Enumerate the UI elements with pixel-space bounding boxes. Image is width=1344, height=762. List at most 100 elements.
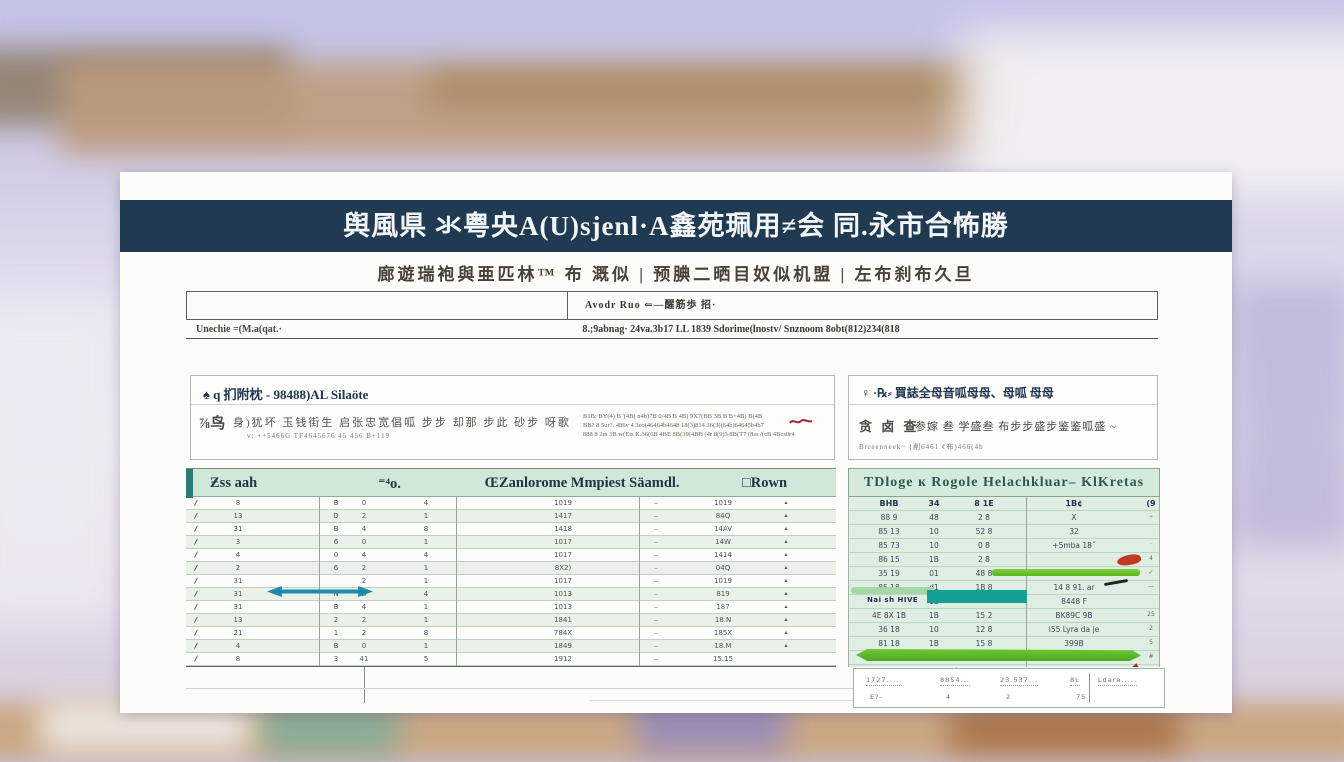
background-bottom-brown (950, 710, 1180, 752)
table-row: 85 131052 832 (849, 525, 1159, 539)
cell: ‒ (654, 551, 658, 559)
cell: 1 (424, 512, 428, 520)
table-row: ∕834151912‒15.15 (186, 653, 836, 666)
note-line: 888 8 2m 3B w(Eis K.36(6B 4BE 8B(39(4BB … (583, 430, 805, 439)
left-table-body: ∕8B041019‒1019▴∕13D211417‒84Q▴∕31B481418… (186, 497, 836, 667)
red-signature-icon (789, 414, 813, 432)
cell: 1912 (554, 655, 572, 663)
cell: 85 73 (878, 541, 899, 550)
cell: 1019 (714, 499, 732, 507)
cell: 4 (362, 603, 366, 611)
right-info-panel: ♀ ·℞⸗ 買誌全母音呱母母、母呱 母母 贪 卤 查 参嫁 叁 学盛叁 布步步盛… (848, 375, 1158, 460)
right-panel-note: 参嫁 叁 学盛叁 布步步盛步鉴鉴呱盛 ~ (915, 418, 1117, 434)
cell: 8 (236, 499, 240, 507)
table-row: ∕21128784X‒185X▴ (186, 627, 836, 640)
cell: BK89C 9B (1055, 611, 1092, 620)
table-row: ∕26218X2)‒04Q▴ (186, 562, 836, 575)
table-row: 86 151B2 84 (849, 553, 1159, 567)
cell: ∕ (195, 551, 198, 559)
footer-cell: 8Ŀ (1070, 676, 1080, 686)
cell: 8X2) (555, 564, 571, 572)
cell: 52 8 (976, 527, 993, 536)
cell: 18.M (714, 642, 731, 650)
cell: 2 (236, 564, 240, 572)
footer-cell: 4 (946, 693, 951, 702)
cell: 2 (1149, 625, 1153, 632)
cell: 8 1E (974, 499, 993, 508)
right-table: TDloge ĸ Rogole Helachkluar– KlKretas BH… (848, 468, 1160, 667)
cell: X (1071, 513, 1076, 522)
cell: +5mba 18˝ (1052, 541, 1095, 550)
green-progress-bar (992, 569, 1140, 576)
info-box: Avodr Ruo ⇐—醒筋歩 招· (186, 291, 1158, 320)
stamp-sub-text: v: ++5466G TF4645676 45 456 B+119 (247, 432, 390, 440)
table-row: ∕31211017‒1019▴ (186, 575, 836, 588)
cell: 5 (424, 655, 428, 663)
footer-cell: 23.537․․․ (1000, 676, 1038, 686)
cell: 10 (929, 541, 939, 550)
cell: 32 (1069, 527, 1079, 536)
cell: ▴ (784, 499, 787, 506)
cell: 14 8 91. ar (1053, 583, 1094, 592)
column-header: Ƶss aah (210, 475, 257, 492)
cell: ▴ (784, 512, 787, 519)
cell: ‒ (654, 564, 658, 572)
cell: ‒ (654, 629, 658, 637)
cell: ‒ (654, 538, 658, 546)
cell: 1B (929, 611, 939, 620)
cell: ∕ (195, 512, 198, 520)
table-row: 85 73 10 0 8 +5mba 18˝ · (849, 539, 1159, 553)
teal-bar-label: Nai sh HIVE (867, 596, 918, 604)
cell: 1 (424, 564, 428, 572)
cell: 1017 (554, 577, 572, 585)
cell: 86 15 (878, 555, 899, 564)
column-line (319, 497, 320, 666)
table-row: ∕13D211417‒84Q▴ (186, 510, 836, 523)
cell: 8 (424, 525, 428, 533)
cell: 85 13 (878, 527, 899, 536)
cell: ∕ (195, 538, 198, 546)
cell: 01 (929, 569, 939, 578)
footer-divider (1089, 673, 1090, 703)
left-info-panel: ♠ q 扪附枕 - 98488)AL Silaöte ⅞鸟 身)犹坏 玉钱街生 … (190, 375, 835, 460)
cell: # (1148, 653, 1153, 660)
cell: 8 (424, 629, 428, 637)
cell: ‒ (654, 499, 658, 507)
footer-cell: 8854․․․ (940, 676, 970, 686)
header-accent-bar (186, 469, 193, 498)
meta-row: Unechie =(M.a(qat.· 8.;9abnag· 24va.3b17… (186, 320, 1158, 339)
cell: ‒ (654, 525, 658, 533)
cell: 14AV (714, 525, 732, 533)
table-row: 4E 8X 1B1B15 2BK89C 9B25 (849, 609, 1159, 623)
cell: B (334, 499, 339, 507)
cell: (9 (1146, 499, 1155, 508)
cell: 0 8 (978, 541, 990, 550)
cell: 2 (362, 564, 366, 572)
cell: 0 (362, 499, 366, 507)
cell: 1017 (554, 551, 572, 559)
cell: 04Q (716, 564, 730, 572)
cell: ▴ (784, 603, 787, 610)
cell: 1 (334, 629, 338, 637)
table-row: ∕31B411013‒187▴ (186, 601, 836, 614)
cell: · (1150, 541, 1152, 548)
table-row: 88 9482 8X⌁ (849, 511, 1159, 525)
cell: ▴ (784, 616, 787, 623)
right-panel-subnote: Brreenneek~ {削6461 ¢布)466(4b (859, 442, 984, 452)
cell: B (334, 525, 339, 533)
column-header: □Rown (742, 475, 787, 492)
cell: i55 Lyra da je (1049, 625, 1099, 634)
page-title: 舆風県 氺粤央A(U)sjenl·A鑫苑珮用≠会 同.永市合怖勝 (120, 200, 1232, 252)
cell: 4 (424, 499, 428, 507)
table-row: ∕40441017‒1414▴ (186, 549, 836, 562)
cell: 10 (929, 625, 939, 634)
cell: BHB (880, 499, 899, 508)
cell: 12 8 (976, 625, 993, 634)
table-row: 36 181012 8i55 Lyra da je2 (849, 623, 1159, 637)
cell: ▴ (784, 577, 787, 584)
cell: 1013 (554, 590, 572, 598)
cell: 1017 (554, 538, 572, 546)
cell: ∕ (195, 655, 198, 663)
cell: 2 (362, 629, 366, 637)
column-header: ⁼⁴o. (378, 475, 401, 493)
